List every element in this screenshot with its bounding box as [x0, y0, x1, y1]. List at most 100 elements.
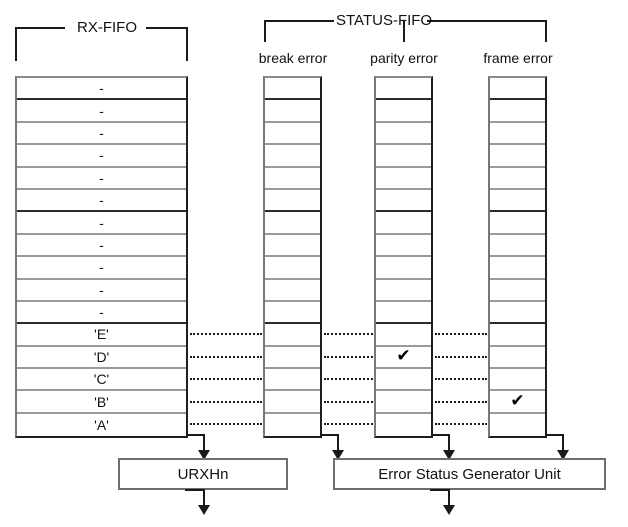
fifo-cell	[265, 145, 320, 168]
fifo-cell	[490, 145, 545, 168]
fifo-cell-value: -	[99, 259, 104, 276]
fifo-cell	[490, 301, 545, 325]
fifo-cell: 'E'	[17, 324, 186, 347]
fifo-cell	[376, 324, 431, 347]
fifo-column-frame-error: ✔	[488, 76, 547, 439]
status-fifo-bracket-left	[264, 20, 266, 42]
fifo-cell	[490, 212, 545, 235]
dotted-connector-e-right	[435, 333, 487, 335]
fifo-cell-frame-checked: ✔	[490, 391, 545, 414]
check-icon: ✔	[396, 346, 411, 367]
status-fifo-bracket-top-right	[427, 20, 547, 22]
check-icon: ✔	[510, 391, 525, 412]
fifo-cell	[490, 279, 545, 302]
fifo-cell	[265, 234, 320, 258]
fifo-cell	[265, 100, 320, 123]
rx-fifo-bracket-top-right	[146, 27, 188, 29]
fifo-cell	[265, 346, 320, 370]
fifo-cell	[490, 413, 545, 437]
dotted-connector-e-left	[190, 333, 262, 335]
fifo-cell: -	[17, 167, 186, 190]
fifo-cell	[376, 301, 431, 325]
fifo-cell	[265, 78, 320, 101]
fifo-cell-value: -	[99, 124, 104, 141]
rx-fifo-bracket-right	[186, 27, 188, 61]
fifo-cell-value: -	[99, 236, 104, 253]
fifo-cell: -	[17, 145, 186, 168]
fifo-cell	[376, 189, 431, 213]
dotted-connector-c-left	[190, 378, 262, 380]
rx-fifo-bracket-left	[15, 27, 17, 61]
column-header-frame-error: frame error	[483, 50, 553, 66]
column-header-break-error: break error	[258, 50, 328, 66]
unit-label-error-status-generator: Error Status Generator Unit	[378, 465, 561, 483]
fifo-cell: -	[17, 257, 186, 280]
unit-box-urxhn[interactable]: URXHn	[118, 458, 288, 490]
fifo-cell-value: 'C'	[93, 371, 110, 388]
status-fifo-label: STATUS-FIFO	[336, 12, 433, 29]
dotted-connector-c-mid	[324, 378, 373, 380]
fifo-cell: 'B'	[17, 391, 186, 414]
fifo-cell	[265, 212, 320, 235]
fifo-cell: 'A'	[17, 413, 186, 437]
connector-esgu-out-horizontal	[430, 489, 449, 491]
arrow-esgu-output	[443, 505, 455, 515]
fifo-cell-value: -	[99, 214, 104, 231]
fifo-cell-value: 'A'	[94, 417, 109, 434]
fifo-cell	[376, 391, 431, 414]
dotted-connector-a-left	[190, 423, 262, 425]
fifo-cell: -	[17, 122, 186, 146]
rx-fifo-label: RX-FIFO	[77, 19, 137, 36]
fifo-cell	[265, 122, 320, 146]
unit-box-error-status-generator[interactable]: Error Status Generator Unit	[333, 458, 606, 490]
fifo-cell	[265, 413, 320, 437]
dotted-connector-d-mid	[324, 356, 373, 358]
fifo-cell-value: -	[99, 192, 104, 209]
fifo-cell	[265, 324, 320, 347]
fifo-cell: -	[17, 301, 186, 325]
fifo-cell: -	[17, 78, 186, 101]
fifo-cell	[376, 369, 431, 392]
fifo-column-rx-fifo: - - - - - - - - - - - 'E' 'D' 'C' 'B' 'A…	[15, 76, 188, 439]
fifo-cell	[490, 189, 545, 213]
fifo-cell	[490, 78, 545, 101]
fifo-cell	[490, 369, 545, 392]
fifo-cell-value: -	[99, 80, 104, 97]
fifo-cell	[490, 324, 545, 347]
fifo-cell	[376, 100, 431, 123]
fifo-cell	[265, 391, 320, 414]
dotted-connector-a-right	[435, 423, 487, 425]
fifo-cell	[376, 212, 431, 235]
fifo-cell: -	[17, 100, 186, 123]
fifo-cell: -	[17, 279, 186, 302]
fifo-cell-value: -	[99, 102, 104, 119]
fifo-cell: -	[17, 189, 186, 213]
fifo-cell	[376, 78, 431, 101]
fifo-cell	[490, 122, 545, 146]
fifo-cell	[376, 279, 431, 302]
column-header-parity-error: parity error	[370, 50, 438, 66]
fifo-cell-value: 'D'	[93, 348, 110, 365]
fifo-cell-value: -	[99, 169, 104, 186]
diagram-canvas: RX-FIFO STATUS-FIFO break error parity e…	[0, 0, 628, 527]
fifo-cell-parity-checked: ✔	[376, 346, 431, 370]
fifo-cell	[376, 413, 431, 437]
fifo-cell: 'C'	[17, 369, 186, 392]
status-fifo-bracket-top-left	[264, 20, 334, 22]
dotted-connector-d-left	[190, 356, 262, 358]
fifo-cell	[376, 122, 431, 146]
connector-urxhn-out-horizontal	[185, 489, 204, 491]
fifo-cell: 'D'	[17, 346, 186, 370]
dotted-connector-b-left	[190, 401, 262, 403]
fifo-cell-value: -	[99, 281, 104, 298]
dotted-connector-d-right	[435, 356, 487, 358]
status-fifo-bracket-right	[545, 20, 547, 42]
dotted-connector-b-mid	[324, 401, 373, 403]
fifo-cell-value: -	[99, 147, 104, 164]
fifo-cell	[265, 167, 320, 190]
fifo-cell	[490, 346, 545, 370]
fifo-cell	[376, 257, 431, 280]
fifo-cell-value: -	[99, 304, 104, 321]
arrow-urxhn-output	[198, 505, 210, 515]
fifo-cell	[376, 167, 431, 190]
